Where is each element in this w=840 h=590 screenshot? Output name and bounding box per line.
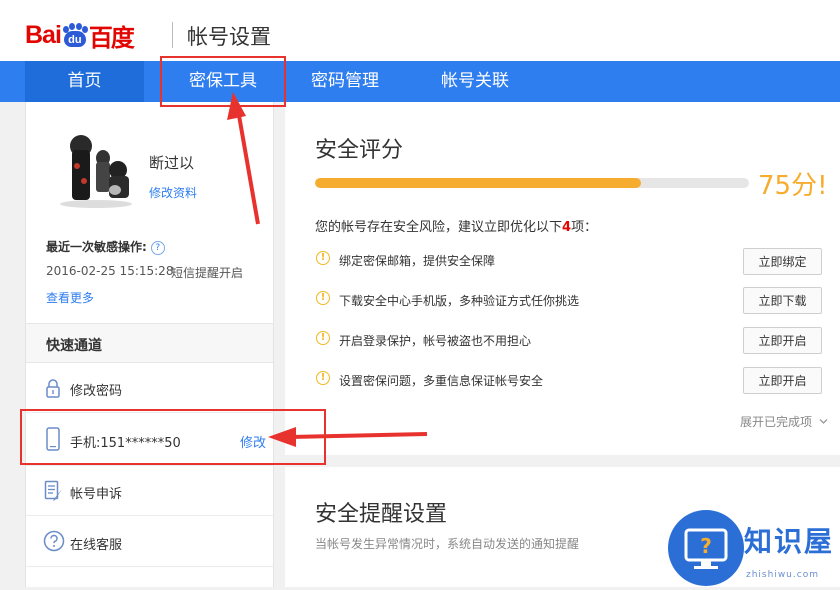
annotation-arrowhead — [268, 427, 296, 447]
annotation-arrow-line — [235, 103, 260, 225]
watermark-url: zhishiwu.com — [746, 570, 819, 580]
watermark-text: 知识屋 — [744, 525, 835, 558]
watermark-logo: ? — [668, 510, 744, 586]
annotation-arrow-line — [289, 432, 428, 439]
svg-text:?: ? — [700, 534, 712, 558]
annotation-arrows — [227, 92, 428, 447]
annotation-arrowhead — [227, 92, 246, 120]
monitor-question-icon: ? — [684, 528, 728, 569]
